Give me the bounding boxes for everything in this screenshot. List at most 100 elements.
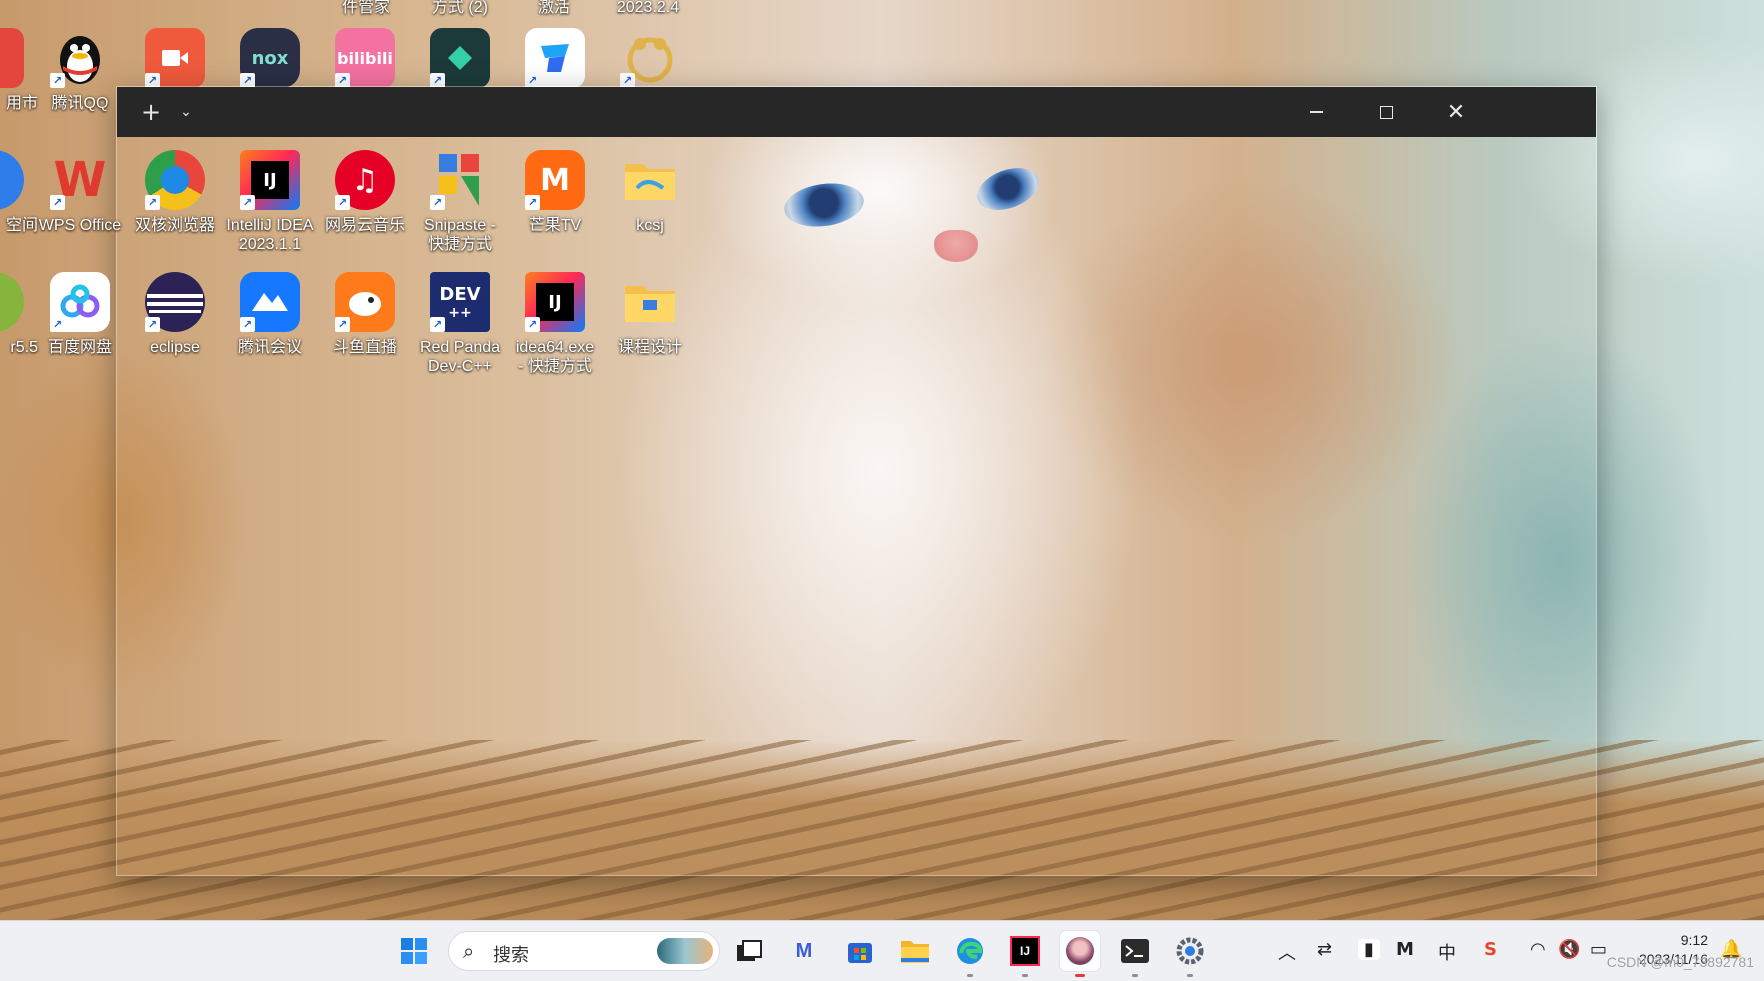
window-content[interactable] — [117, 137, 1596, 875]
microsoft-store-icon — [848, 943, 872, 963]
m-tray-icon[interactable]: M — [1396, 939, 1414, 960]
desktop-icon-eclipse[interactable]: ↗ eclipse — [129, 272, 221, 357]
desktop-icon-netease-music[interactable]: ♫ ↗ 网易云音乐 — [319, 150, 411, 235]
wps-icon: W ↗ — [50, 150, 110, 210]
devcpp-icon: DEV ++ ↗ — [430, 272, 490, 332]
filmora-icon: ↗ — [430, 28, 490, 88]
top-label-2: 方式 (2) — [431, 0, 488, 16]
mango-tv-icon: M ↗ — [525, 150, 585, 210]
baidu-netdisk-icon: ↗ — [50, 272, 110, 332]
taskbar-intellij[interactable]: IJ — [1005, 931, 1045, 977]
taskbar-m-app[interactable]: M — [784, 931, 824, 971]
taskbar-file-explorer[interactable] — [895, 931, 935, 971]
close-icon: ✕ — [1446, 99, 1466, 125]
blue-circle-icon — [0, 150, 24, 210]
desktop-icon-browser[interactable]: ↗ 双核浏览器 — [129, 150, 221, 235]
start-windows-icon — [401, 938, 427, 964]
desktop-icon-filmora[interactable]: ↗ — [414, 28, 506, 88]
show-hidden-icons-chevron-icon[interactable]: ︿ — [1278, 939, 1296, 965]
desktop-icon-snipaste[interactable]: ↗ Snipaste - 快捷方式 — [414, 150, 506, 254]
desktop-icon-recorder[interactable]: ↗ — [129, 28, 221, 88]
window-titlebar[interactable]: + ⌄ ✕ — [117, 87, 1596, 137]
clock-time: 9:12 — [1680, 932, 1708, 948]
taskbar-terminal[interactable] — [1115, 931, 1155, 977]
top-label-1: 件管家 — [341, 0, 390, 16]
intellij-icon: IJ ↗ — [240, 150, 300, 210]
douyu-icon: ↗ — [335, 272, 395, 332]
start-button[interactable] — [394, 931, 434, 971]
battery-icon[interactable]: ▭ — [1590, 939, 1607, 960]
netease-music-icon: ♫ ↗ — [335, 150, 395, 210]
taskbar-store[interactable] — [840, 931, 880, 971]
minimize-icon — [1309, 111, 1323, 113]
taskbar-search[interactable]: ⌕ 搜索 — [448, 931, 720, 971]
sliders-tray-icon[interactable]: ⇄ — [1317, 939, 1332, 960]
sogou-tray-icon[interactable]: S — [1484, 939, 1497, 960]
watermark-text: CSDN @m0_73892781 — [1606, 954, 1754, 970]
desktop-icon-kcsj[interactable]: kcsj — [604, 150, 696, 235]
terminal-icon — [1121, 939, 1149, 963]
bilibili-icon: bilibili ↗ — [335, 28, 395, 88]
desktop-icon-wps[interactable]: W ↗ WPS Office — [34, 150, 126, 235]
huawei-app-icon — [0, 28, 24, 88]
desktop-icon-mango-tv[interactable]: M ↗ 芒果TV — [509, 150, 601, 235]
eclipse-icon: ↗ — [145, 272, 205, 332]
input-method-indicator[interactable]: 中 — [1438, 939, 1456, 965]
chevron-down-icon: ⌄ — [180, 104, 192, 120]
wifi-icon[interactable]: ◠ — [1530, 939, 1546, 960]
minimize-button[interactable] — [1288, 87, 1344, 137]
folder-icon — [620, 150, 680, 210]
search-highlight-art — [657, 938, 713, 964]
desktop-icon-intellij[interactable]: IJ ↗ IntelliJ IDEA 2023.1.1 — [224, 150, 316, 254]
tencent-meeting-icon: ↗ — [240, 272, 300, 332]
edge-icon — [957, 938, 983, 964]
taskbar-edge[interactable] — [950, 931, 990, 977]
task-view-button[interactable] — [729, 931, 769, 971]
desktop-icon-idea64[interactable]: IJ ↗ idea64.exe - 快捷方式 — [509, 272, 601, 376]
running-indicator — [1075, 974, 1085, 977]
desktop-icon-bilibili[interactable]: bilibili ↗ — [319, 28, 411, 88]
maximize-icon — [1379, 105, 1393, 119]
circle-app-icon — [1066, 937, 1094, 965]
taskbar: ⌕ 搜索 M IJ ︿ ⇄ ▮ M 中 S ◠ 🔇 ▭ 9:12 2023/11… — [0, 920, 1764, 981]
nox-icon: nox ↗ — [240, 28, 300, 88]
running-indicator — [1132, 974, 1138, 977]
desktop-icon-douyu[interactable]: ↗ 斗鱼直播 — [319, 272, 411, 357]
running-indicator — [1187, 974, 1193, 977]
video-recorder-icon: ↗ — [145, 28, 205, 88]
task-view-icon — [737, 940, 762, 961]
desktop-icon-paw[interactable]: ↗ — [604, 28, 696, 88]
desktop-icon-blue-app[interactable]: ↗ — [509, 28, 601, 88]
top-label-3: 激活 — [537, 0, 570, 16]
volume-muted-icon[interactable]: 🔇 — [1558, 939, 1580, 960]
m-app-icon: M — [795, 939, 813, 962]
bookmark-tray-icon[interactable]: ▮ — [1358, 939, 1380, 960]
close-button[interactable]: ✕ — [1428, 87, 1484, 137]
folder-icon — [620, 272, 680, 332]
tab-dropdown-button[interactable]: ⌄ — [175, 87, 197, 137]
top-label-4: 2023.2.4 — [616, 0, 680, 16]
snipaste-icon: ↗ — [430, 150, 490, 210]
green-app-icon — [0, 272, 24, 332]
desktop-icon-tencent-meeting[interactable]: ↗ 腾讯会议 — [224, 272, 316, 357]
running-indicator — [967, 974, 973, 977]
paw-icon: ↗ — [620, 28, 680, 88]
qq-penguin-icon: ↗ — [50, 28, 110, 88]
browser-icon: ↗ — [145, 150, 205, 210]
search-icon: ⌕ — [463, 941, 475, 963]
desktop-icon-course-design[interactable]: 课程设计 — [604, 272, 696, 357]
intellij-icon: IJ ↗ — [525, 272, 585, 332]
desktop-icon-devcpp[interactable]: DEV ++ ↗ Red Panda Dev-C++ — [414, 272, 506, 376]
taskbar-settings[interactable] — [1170, 931, 1210, 977]
desktop-icon-qq[interactable]: ↗ 腾讯QQ — [34, 28, 126, 113]
blue-app-icon: ↗ — [525, 28, 585, 88]
desktop-icon-nox[interactable]: nox ↗ — [224, 28, 316, 88]
running-indicator — [1022, 974, 1028, 977]
maximize-button[interactable] — [1358, 87, 1414, 137]
taskbar-circle-app[interactable] — [1060, 931, 1100, 977]
search-placeholder: 搜索 — [493, 945, 529, 965]
intellij-icon: IJ — [1010, 936, 1040, 966]
desktop-icon-baidu-netdisk[interactable]: ↗ 百度网盘 — [34, 272, 126, 357]
new-tab-button[interactable]: + — [137, 87, 165, 137]
file-explorer-icon — [901, 941, 929, 963]
